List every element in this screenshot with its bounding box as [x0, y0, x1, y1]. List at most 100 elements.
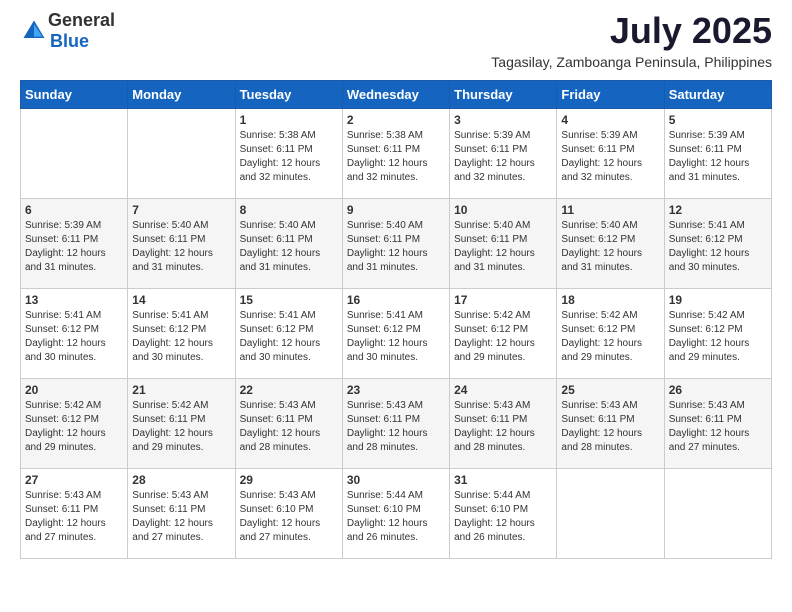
- day-number: 22: [240, 383, 338, 397]
- day-number: 29: [240, 473, 338, 487]
- day-number: 25: [561, 383, 659, 397]
- calendar-cell: [128, 109, 235, 199]
- day-info: Sunrise: 5:43 AM Sunset: 6:11 PM Dayligh…: [132, 489, 230, 545]
- day-number: 9: [347, 203, 445, 217]
- day-number: 19: [669, 293, 767, 307]
- day-info: Sunrise: 5:40 AM Sunset: 6:11 PM Dayligh…: [132, 219, 230, 275]
- day-info: Sunrise: 5:39 AM Sunset: 6:11 PM Dayligh…: [669, 129, 767, 185]
- calendar-cell: 19 Sunrise: 5:42 AM Sunset: 6:12 PM Dayli…: [664, 289, 771, 379]
- day-info: Sunrise: 5:41 AM Sunset: 6:12 PM Dayligh…: [25, 309, 123, 365]
- column-header-friday: Friday: [557, 81, 664, 109]
- calendar-cell: 3Sunrise: 5:39 AM Sunset: 6:11 PM Daylig…: [450, 109, 557, 199]
- column-header-monday: Monday: [128, 81, 235, 109]
- day-number: 26: [669, 383, 767, 397]
- calendar-cell: 4 Sunrise: 5:39 AM Sunset: 6:11 PM Daylig…: [557, 109, 664, 199]
- day-info: Sunrise: 5:44 AM Sunset: 6:10 PM Dayligh…: [347, 489, 445, 545]
- calendar-cell: 17Sunrise: 5:42 AM Sunset: 6:12 PM Dayli…: [450, 289, 557, 379]
- day-info: Sunrise: 5:38 AM Sunset: 6:11 PM Dayligh…: [347, 129, 445, 185]
- calendar-week-row: 27 Sunrise: 5:43 AM Sunset: 6:11 PM Dayli…: [21, 469, 772, 559]
- calendar-cell: 2 Sunrise: 5:38 AM Sunset: 6:11 PM Daylig…: [342, 109, 449, 199]
- calendar-cell: 14Sunrise: 5:41 AM Sunset: 6:12 PM Dayli…: [128, 289, 235, 379]
- calendar-cell: 10 Sunrise: 5:40 AM Sunset: 6:11 PM Dayli…: [450, 199, 557, 289]
- day-info: Sunrise: 5:40 AM Sunset: 6:12 PM Dayligh…: [561, 219, 659, 275]
- day-number: 28: [132, 473, 230, 487]
- day-info: Sunrise: 5:43 AM Sunset: 6:10 PM Dayligh…: [240, 489, 338, 545]
- day-number: 1: [240, 113, 338, 127]
- day-info: Sunrise: 5:42 AM Sunset: 6:12 PM Dayligh…: [669, 309, 767, 365]
- calendar-cell: 28 Sunrise: 5:43 AM Sunset: 6:11 PM Dayli…: [128, 469, 235, 559]
- day-number: 30: [347, 473, 445, 487]
- calendar-week-row: 1 Sunrise: 5:38 AM Sunset: 6:11 PM Daylig…: [21, 109, 772, 199]
- day-number: 24: [454, 383, 552, 397]
- calendar-header-row: SundayMondayTuesdayWednesdayThursdayFrid…: [21, 81, 772, 109]
- calendar-cell: 29 Sunrise: 5:43 AM Sunset: 6:10 PM Dayli…: [235, 469, 342, 559]
- day-number: 5: [669, 113, 767, 127]
- day-number: 11: [561, 203, 659, 217]
- day-info: Sunrise: 5:43 AM Sunset: 6:11 PM Dayligh…: [669, 399, 767, 455]
- calendar-cell: 1 Sunrise: 5:38 AM Sunset: 6:11 PM Daylig…: [235, 109, 342, 199]
- day-info: Sunrise: 5:42 AM Sunset: 6:12 PM Dayligh…: [561, 309, 659, 365]
- day-info: Sunrise: 5:41 AM Sunset: 6:12 PM Dayligh…: [347, 309, 445, 365]
- calendar-cell: 30 Sunrise: 5:44 AM Sunset: 6:10 PM Dayli…: [342, 469, 449, 559]
- day-number: 20: [25, 383, 123, 397]
- day-number: 27: [25, 473, 123, 487]
- column-header-thursday: Thursday: [450, 81, 557, 109]
- column-header-sunday: Sunday: [21, 81, 128, 109]
- day-info: Sunrise: 5:43 AM Sunset: 6:11 PM Dayligh…: [25, 489, 123, 545]
- day-number: 18: [561, 293, 659, 307]
- calendar-cell: 25Sunrise: 5:43 AM Sunset: 6:11 PM Dayli…: [557, 379, 664, 469]
- calendar-cell: [21, 109, 128, 199]
- day-info: Sunrise: 5:39 AM Sunset: 6:11 PM Dayligh…: [454, 129, 552, 185]
- logo-icon: [20, 17, 48, 45]
- day-info: Sunrise: 5:44 AM Sunset: 6:10 PM Dayligh…: [454, 489, 552, 545]
- day-number: 2: [347, 113, 445, 127]
- logo-blue: Blue: [50, 31, 89, 51]
- calendar-cell: 15Sunrise: 5:41 AM Sunset: 6:12 PM Dayli…: [235, 289, 342, 379]
- calendar-week-row: 20 Sunrise: 5:42 AM Sunset: 6:12 PM Dayli…: [21, 379, 772, 469]
- calendar-cell: 26 Sunrise: 5:43 AM Sunset: 6:11 PM Dayli…: [664, 379, 771, 469]
- calendar-cell: 6 Sunrise: 5:39 AM Sunset: 6:11 PM Daylig…: [21, 199, 128, 289]
- logo-general: General: [48, 10, 115, 30]
- day-info: Sunrise: 5:42 AM Sunset: 6:12 PM Dayligh…: [454, 309, 552, 365]
- calendar-cell: 24 Sunrise: 5:43 AM Sunset: 6:11 PM Dayli…: [450, 379, 557, 469]
- column-header-wednesday: Wednesday: [342, 81, 449, 109]
- calendar-cell: 23Sunrise: 5:43 AM Sunset: 6:11 PM Dayli…: [342, 379, 449, 469]
- calendar-cell: 13 Sunrise: 5:41 AM Sunset: 6:12 PM Dayli…: [21, 289, 128, 379]
- day-number: 6: [25, 203, 123, 217]
- calendar-cell: 27 Sunrise: 5:43 AM Sunset: 6:11 PM Dayli…: [21, 469, 128, 559]
- day-number: 4: [561, 113, 659, 127]
- day-info: Sunrise: 5:39 AM Sunset: 6:11 PM Dayligh…: [561, 129, 659, 185]
- day-info: Sunrise: 5:39 AM Sunset: 6:11 PM Dayligh…: [25, 219, 123, 275]
- calendar-cell: 8 Sunrise: 5:40 AM Sunset: 6:11 PM Daylig…: [235, 199, 342, 289]
- day-info: Sunrise: 5:40 AM Sunset: 6:11 PM Dayligh…: [347, 219, 445, 275]
- calendar-cell: [664, 469, 771, 559]
- calendar-cell: 9 Sunrise: 5:40 AM Sunset: 6:11 PM Daylig…: [342, 199, 449, 289]
- title-area: July 2025 Tagasilay, Zamboanga Peninsula…: [491, 10, 772, 70]
- day-info: Sunrise: 5:43 AM Sunset: 6:11 PM Dayligh…: [347, 399, 445, 455]
- calendar-cell: 5 Sunrise: 5:39 AM Sunset: 6:11 PM Daylig…: [664, 109, 771, 199]
- day-number: 16: [347, 293, 445, 307]
- day-number: 21: [132, 383, 230, 397]
- main-title: July 2025: [491, 10, 772, 52]
- day-number: 13: [25, 293, 123, 307]
- calendar-week-row: 6 Sunrise: 5:39 AM Sunset: 6:11 PM Daylig…: [21, 199, 772, 289]
- calendar-cell: 21 Sunrise: 5:42 AM Sunset: 6:11 PM Dayli…: [128, 379, 235, 469]
- day-info: Sunrise: 5:42 AM Sunset: 6:11 PM Dayligh…: [132, 399, 230, 455]
- day-info: Sunrise: 5:40 AM Sunset: 6:11 PM Dayligh…: [240, 219, 338, 275]
- calendar-table: SundayMondayTuesdayWednesdayThursdayFrid…: [20, 80, 772, 559]
- calendar-cell: 16 Sunrise: 5:41 AM Sunset: 6:12 PM Dayli…: [342, 289, 449, 379]
- day-info: Sunrise: 5:38 AM Sunset: 6:11 PM Dayligh…: [240, 129, 338, 185]
- calendar-cell: 11 Sunrise: 5:40 AM Sunset: 6:12 PM Dayli…: [557, 199, 664, 289]
- day-info: Sunrise: 5:40 AM Sunset: 6:11 PM Dayligh…: [454, 219, 552, 275]
- subtitle: Tagasilay, Zamboanga Peninsula, Philippi…: [491, 54, 772, 70]
- day-info: Sunrise: 5:42 AM Sunset: 6:12 PM Dayligh…: [25, 399, 123, 455]
- day-number: 8: [240, 203, 338, 217]
- column-header-saturday: Saturday: [664, 81, 771, 109]
- column-header-tuesday: Tuesday: [235, 81, 342, 109]
- day-number: 7: [132, 203, 230, 217]
- day-number: 10: [454, 203, 552, 217]
- logo: General Blue: [20, 10, 115, 52]
- day-number: 31: [454, 473, 552, 487]
- calendar-cell: 20 Sunrise: 5:42 AM Sunset: 6:12 PM Dayli…: [21, 379, 128, 469]
- day-info: Sunrise: 5:43 AM Sunset: 6:11 PM Dayligh…: [454, 399, 552, 455]
